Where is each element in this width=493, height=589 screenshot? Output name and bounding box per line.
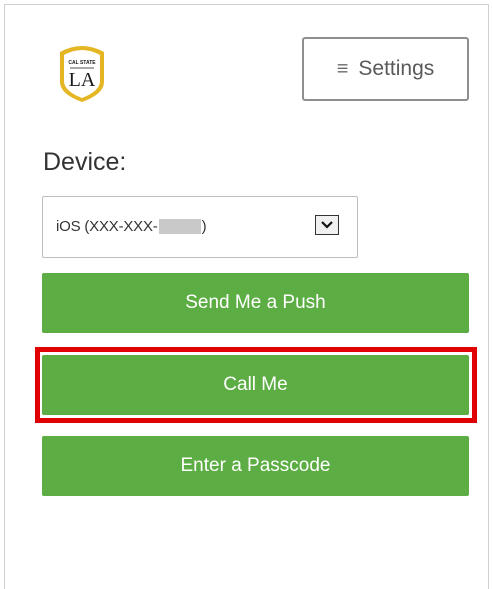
call-me-button[interactable]: Call Me: [42, 355, 469, 415]
chevron-down-icon[interactable]: [315, 215, 339, 235]
cal-state-la-logo: CAL STATE LA: [52, 40, 112, 104]
redacted-number-mask: [158, 219, 201, 234]
settings-label: Settings: [358, 57, 435, 80]
device-select-value: iOS (XXX-XXX- ): [56, 218, 207, 235]
device-select-suffix: ): [201, 218, 207, 235]
logo-text: LA: [69, 69, 96, 91]
enter-passcode-button[interactable]: Enter a Passcode: [42, 436, 469, 496]
call-me-label: Call Me: [223, 374, 288, 395]
device-select-prefix: iOS (XXX-XXX-: [56, 218, 158, 235]
device-label: Device:: [43, 148, 127, 176]
device-select[interactable]: iOS (XXX-XXX- ): [42, 196, 358, 258]
logo-small-text: CAL STATE: [68, 60, 96, 66]
hamburger-menu-icon: ≡: [336, 58, 349, 80]
send-push-button[interactable]: Send Me a Push: [42, 273, 469, 333]
send-push-label: Send Me a Push: [185, 292, 326, 313]
settings-button[interactable]: ≡ Settings: [302, 37, 469, 101]
enter-passcode-label: Enter a Passcode: [180, 455, 331, 476]
